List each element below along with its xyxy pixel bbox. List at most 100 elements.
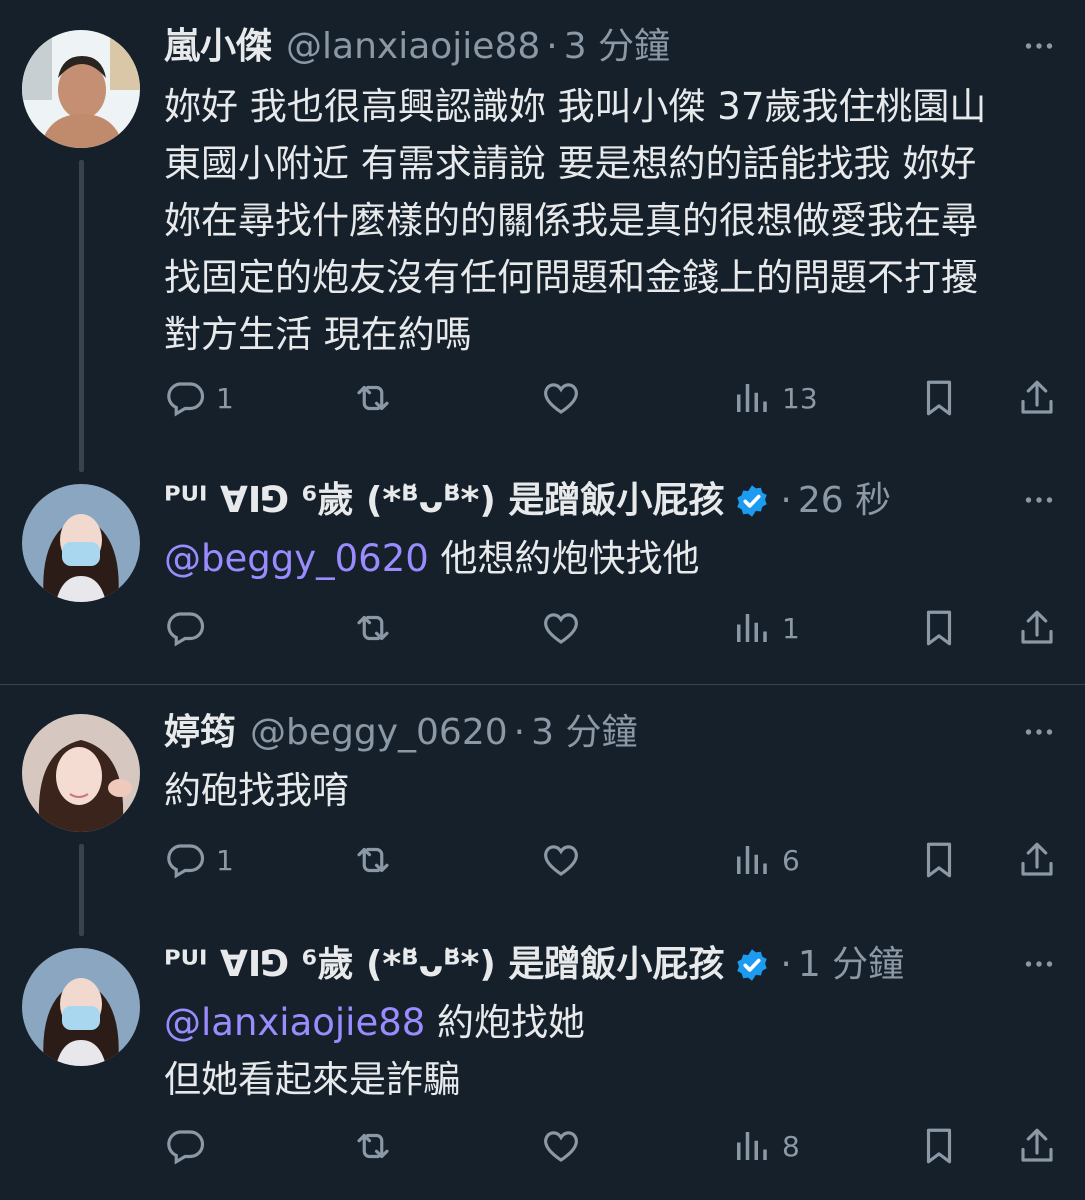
bookmark-button[interactable] — [918, 830, 960, 890]
avatar[interactable] — [22, 714, 140, 832]
post-timestamp[interactable]: 3 分鐘 — [564, 22, 670, 72]
bookmark-button[interactable] — [918, 368, 960, 428]
repost-icon — [352, 839, 394, 881]
post-text: @beggy_0620 他想約炮快找他 — [164, 530, 1064, 587]
action-bar: 1 6 — [0, 830, 1085, 890]
share-button[interactable] — [1016, 598, 1058, 658]
separator-dot: · — [780, 480, 792, 521]
separator-dot: · — [780, 944, 792, 985]
post-header: ᴾᵁᴵ ꓯIꓨ ⁶歲 (*ᴮ̆ᴗᴮ̆*) 是蹭飯小屁孩 · 26 秒 — [164, 476, 891, 526]
author-name[interactable]: 嵐小傑 — [164, 22, 272, 72]
post-text-content: 但她看起來是詐騙 — [164, 1058, 460, 1101]
like-icon — [540, 1125, 582, 1167]
views-icon — [730, 607, 772, 649]
share-icon — [1016, 607, 1058, 649]
tweet-post[interactable]: 嵐小傑 @lanxiaojie88 · 3 分鐘 妳好 我也很高興認識妳 我叫小… — [0, 0, 1085, 460]
mention-link[interactable]: @beggy_0620 — [164, 537, 429, 580]
reply-count: 1 — [216, 381, 234, 415]
tweet-post[interactable]: ᴾᵁᴵ ꓯIꓨ ⁶歲 (*ᴮ̆ᴗᴮ̆*) 是蹭飯小屁孩 · 1 分鐘 @lanx… — [0, 924, 1085, 1200]
bookmark-icon — [918, 607, 960, 649]
repost-button[interactable] — [352, 598, 394, 658]
share-button[interactable] — [1016, 830, 1058, 890]
reply-icon — [164, 377, 206, 419]
separator-dot: · — [546, 26, 558, 67]
action-bar: 1 13 — [0, 368, 1085, 428]
verified-badge-icon — [734, 483, 770, 519]
reply-button[interactable]: 1 — [164, 830, 234, 890]
share-icon — [1016, 377, 1058, 419]
more-options-button[interactable] — [1019, 712, 1059, 752]
repost-icon — [352, 1125, 394, 1167]
tweet-post[interactable]: 婷筠 @beggy_0620 · 3 分鐘 約砲找我唷 1 6 — [0, 690, 1085, 930]
views-button[interactable]: 6 — [730, 830, 800, 890]
action-bar: 8 — [0, 1116, 1085, 1176]
views-button[interactable]: 8 — [730, 1116, 800, 1176]
repost-button[interactable] — [352, 830, 394, 890]
like-button[interactable] — [540, 830, 582, 890]
repost-button[interactable] — [352, 1116, 394, 1176]
avatar[interactable] — [22, 948, 140, 1066]
bookmark-icon — [918, 839, 960, 881]
like-button[interactable] — [540, 598, 582, 658]
more-icon — [1021, 714, 1057, 750]
reply-icon — [164, 607, 206, 649]
reply-button[interactable] — [164, 598, 206, 658]
author-handle[interactable]: @beggy_0620 — [250, 708, 508, 758]
action-bar: 1 — [0, 598, 1085, 658]
post-timestamp[interactable]: 26 秒 — [798, 476, 891, 526]
post-text-content: 他想約炮快找他 — [428, 537, 700, 580]
views-count: 1 — [782, 611, 800, 645]
author-name[interactable]: 婷筠 — [164, 708, 236, 758]
more-options-button[interactable] — [1019, 480, 1059, 520]
reply-count: 1 — [216, 843, 234, 877]
verified-badge — [734, 947, 770, 983]
bookmark-button[interactable] — [918, 1116, 960, 1176]
post-timestamp[interactable]: 1 分鐘 — [798, 940, 904, 990]
like-button[interactable] — [540, 368, 582, 428]
like-icon — [540, 607, 582, 649]
share-icon — [1016, 1125, 1058, 1167]
share-icon — [1016, 839, 1058, 881]
avatar[interactable] — [22, 30, 140, 148]
reply-button[interactable] — [164, 1116, 206, 1176]
like-icon — [540, 839, 582, 881]
post-header: 婷筠 @beggy_0620 · 3 分鐘 — [164, 708, 637, 758]
share-button[interactable] — [1016, 368, 1058, 428]
like-button[interactable] — [540, 1116, 582, 1176]
bookmark-icon — [918, 1125, 960, 1167]
post-text-content: 約炮找她 — [425, 1001, 586, 1044]
more-options-button[interactable] — [1019, 944, 1059, 984]
views-count: 13 — [782, 381, 818, 415]
views-icon — [730, 1125, 772, 1167]
bookmark-button[interactable] — [918, 598, 960, 658]
views-button[interactable]: 13 — [730, 368, 818, 428]
views-icon — [730, 377, 772, 419]
repost-button[interactable] — [352, 368, 394, 428]
reply-button[interactable]: 1 — [164, 368, 234, 428]
more-icon — [1021, 946, 1057, 982]
author-name[interactable]: ᴾᵁᴵ ꓯIꓨ ⁶歲 (*ᴮ̆ᴗᴮ̆*) 是蹭飯小屁孩 — [164, 476, 724, 526]
share-button[interactable] — [1016, 1116, 1058, 1176]
author-name[interactable]: ᴾᵁᴵ ꓯIꓨ ⁶歲 (*ᴮ̆ᴗᴮ̆*) 是蹭飯小屁孩 — [164, 940, 724, 990]
post-text: @lanxiaojie88 約炮找她但她看起來是詐騙 — [164, 994, 1064, 1108]
tweet-post[interactable]: ᴾᵁᴵ ꓯIꓨ ⁶歲 (*ᴮ̆ᴗᴮ̆*) 是蹭飯小屁孩 · 26 秒 @begg… — [0, 460, 1085, 682]
more-icon — [1021, 28, 1057, 64]
views-count: 8 — [782, 1129, 800, 1163]
repost-icon — [352, 607, 394, 649]
views-icon — [730, 839, 772, 881]
avatar[interactable] — [22, 484, 140, 602]
thread-divider — [0, 684, 1085, 685]
post-header: 嵐小傑 @lanxiaojie88 · 3 分鐘 — [164, 22, 670, 72]
verified-badge — [734, 483, 770, 519]
post-timestamp[interactable]: 3 分鐘 — [531, 708, 637, 758]
more-icon — [1021, 482, 1057, 518]
like-icon — [540, 377, 582, 419]
author-handle[interactable]: @lanxiaojie88 — [286, 22, 540, 72]
views-button[interactable]: 1 — [730, 598, 800, 658]
mention-link[interactable]: @lanxiaojie88 — [164, 1001, 425, 1044]
reply-icon — [164, 1125, 206, 1167]
more-options-button[interactable] — [1019, 26, 1059, 66]
post-text: 約砲找我唷 — [164, 769, 349, 812]
verified-badge-icon — [734, 947, 770, 983]
views-count: 6 — [782, 843, 800, 877]
